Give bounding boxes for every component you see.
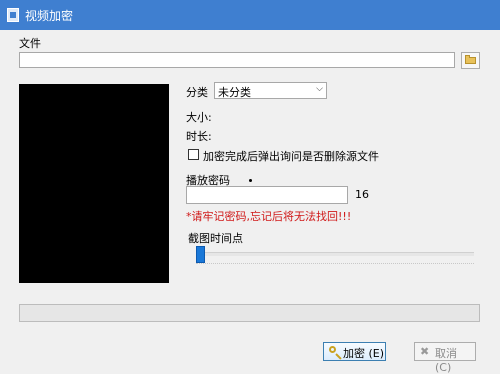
duration-label: 时长: xyxy=(186,130,212,143)
password-max-length: 16 xyxy=(355,188,369,201)
file-label: 文件 xyxy=(19,37,41,50)
slider-thumb[interactable] xyxy=(196,246,205,263)
title-bar: 视频加密 xyxy=(0,0,500,30)
app-icon xyxy=(7,8,19,22)
file-path-input[interactable] xyxy=(19,52,455,68)
category-label: 分类 xyxy=(186,86,208,99)
cancel-icon: ✖ xyxy=(420,345,430,358)
cursor-dot xyxy=(249,179,252,182)
video-preview xyxy=(19,84,169,283)
password-input[interactable] xyxy=(186,186,348,204)
cancel-button-label: 取消 (C) xyxy=(435,347,457,374)
key-icon xyxy=(329,346,336,353)
screenshot-time-slider[interactable] xyxy=(196,252,474,256)
progress-bar xyxy=(19,304,480,322)
encrypt-button-label: 加密 (E) xyxy=(343,347,385,360)
password-warning: *请牢记密码,忘记后将无法找回!!! xyxy=(186,210,352,223)
dialog-body: 文件 分类 未分类 ⌵ 大小: 时长: 加密完成后弹出询问是否删除源文件 播放密… xyxy=(0,30,500,374)
chevron-down-icon: ⌵ xyxy=(316,84,323,94)
encrypt-button[interactable]: 加密 (E) xyxy=(323,342,386,361)
screenshot-time-label: 截图时间点 xyxy=(188,232,243,245)
window-title: 视频加密 xyxy=(25,9,74,23)
delete-source-label[interactable]: 加密完成后弹出询问是否删除源文件 xyxy=(203,148,379,164)
size-label: 大小: xyxy=(186,111,212,124)
delete-source-checkbox[interactable] xyxy=(188,149,199,160)
category-select[interactable]: 未分类 ⌵ xyxy=(214,82,327,99)
cancel-button[interactable]: ✖ 取消 (C) xyxy=(414,342,476,374)
slider-ticks xyxy=(196,263,474,265)
folder-icon xyxy=(465,55,476,64)
browse-button[interactable] xyxy=(461,52,480,69)
category-selected-value: 未分类 xyxy=(218,86,251,99)
